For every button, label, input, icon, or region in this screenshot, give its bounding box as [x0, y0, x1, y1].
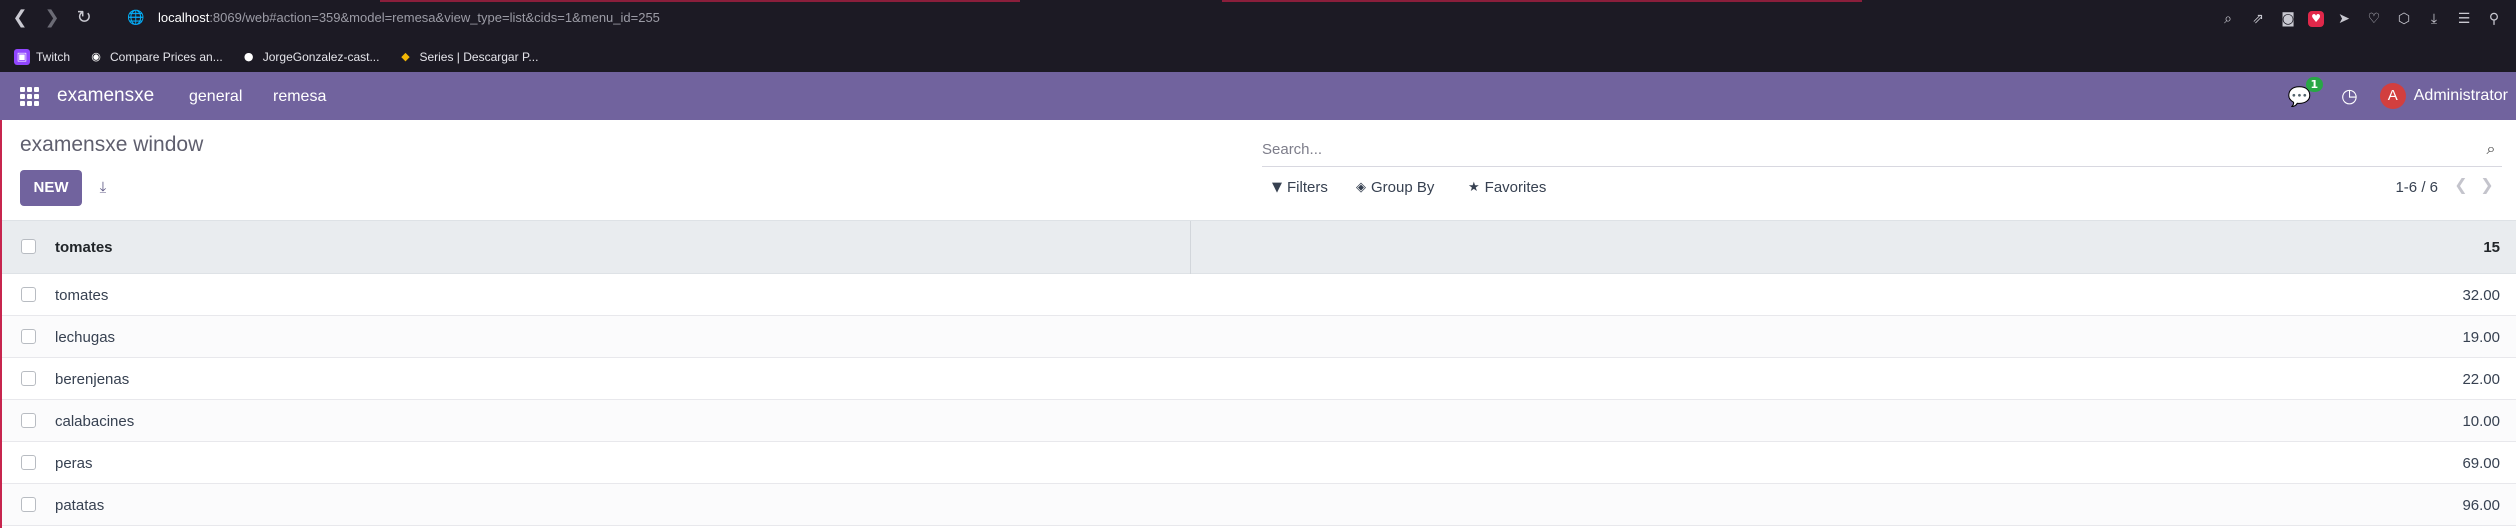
address-bar[interactable]: localhost:8069/web#action=359&model=reme…: [158, 10, 660, 25]
table-row[interactable]: berenjenas 22.00: [0, 358, 2516, 400]
pager-previous-icon[interactable]: ❮: [2452, 175, 2470, 195]
zoom-icon[interactable]: ⌕: [2218, 9, 2238, 29]
window-edge-accent: [0, 120, 2, 528]
bookmark-compare-prices[interactable]: ◉ Compare Prices an...: [88, 49, 223, 65]
pager-next-icon[interactable]: ❯: [2478, 175, 2496, 195]
search-input[interactable]: [1262, 135, 2462, 163]
row-checkbox[interactable]: [21, 371, 36, 386]
cell-quantity: 19.00: [2462, 329, 2500, 346]
filters-button[interactable]: ▼ Filters: [1272, 179, 1328, 196]
share-icon[interactable]: ⇗: [2248, 9, 2268, 29]
forward-icon[interactable]: ❯: [40, 6, 64, 30]
breadcrumb: examensxe window: [20, 133, 204, 156]
group-by-button[interactable]: ◈ Group By: [1356, 179, 1434, 196]
heart-icon[interactable]: ♡: [2364, 9, 2384, 29]
row-checkbox[interactable]: [21, 455, 36, 470]
row-checkbox[interactable]: [21, 497, 36, 512]
site-info-icon[interactable]: 🌐: [126, 8, 146, 28]
menu-remesa[interactable]: remesa: [273, 88, 326, 106]
list-view: tomates 15 tomates 32.00 lechugas 19.00 …: [0, 220, 2516, 528]
url-host: localhost: [158, 10, 210, 25]
extensions-bar: ⌕ ⇗ ◙ ♥ ➤ ♡ ⬡ ⤓ ☰ ⚲: [2218, 6, 2504, 32]
menu-icon[interactable]: ☰: [2454, 9, 2474, 29]
column-divider[interactable]: [1190, 221, 1191, 275]
series-icon: ◆: [401, 50, 410, 63]
navbar-systray: 💬 1 ◷ A Administrator: [2287, 72, 2508, 120]
table-row[interactable]: tomates 32.00: [0, 274, 2516, 316]
cell-name: calabacines: [55, 413, 135, 430]
tab-accent-line: [380, 0, 1020, 2]
filter-icon: ▼: [1272, 180, 1282, 195]
cell-name: peras: [55, 455, 93, 472]
download-icon[interactable]: ⤓: [92, 176, 114, 198]
activity-clock-icon[interactable]: ◷: [2341, 85, 2358, 107]
bookmark-label: Twitch: [36, 50, 71, 64]
bookmark-label: Series | Descargar P...: [419, 50, 539, 64]
table-row[interactable]: peras 69.00: [0, 442, 2516, 484]
bookmark-label: Compare Prices an...: [110, 50, 223, 64]
column-header-name[interactable]: tomates: [55, 239, 113, 256]
profile-icon[interactable]: ⚲: [2484, 9, 2504, 29]
layers-icon: ◈: [1356, 180, 1366, 195]
bookmark-label: JorgeGonzalez-cast...: [262, 50, 380, 64]
odoo-navbar: examensxe general remesa 💬 1 ◷ A Administ…: [0, 72, 2516, 120]
star-icon: ★: [1468, 180, 1480, 195]
search-icon[interactable]: ⌕: [2480, 138, 2502, 160]
cell-quantity: 10.00: [2462, 413, 2500, 430]
group-by-label: Group By: [1371, 179, 1435, 196]
chat-icon[interactable]: 💬 1: [2287, 76, 2324, 108]
cell-quantity: 32.00: [2462, 287, 2500, 304]
cell-quantity: 22.00: [2462, 371, 2500, 388]
cell-name: berenjenas: [55, 371, 130, 388]
bookmark-github[interactable]: ● JorgeGonzalez-cast...: [241, 49, 380, 65]
pager-value[interactable]: 1-6 / 6: [2395, 179, 2438, 196]
box-icon[interactable]: ⬡: [2394, 9, 2414, 29]
select-all-checkbox[interactable]: [21, 239, 36, 254]
filters-label: Filters: [1287, 179, 1328, 196]
chat-badge: 1: [2305, 76, 2324, 92]
favorites-button[interactable]: ★ Favorites: [1468, 179, 1546, 196]
github-icon: ●: [243, 50, 254, 63]
bookmarks-bar: ▣ Twitch ◉ Compare Prices an... ● JorgeG…: [0, 42, 2516, 72]
row-checkbox[interactable]: [21, 287, 36, 302]
pocket-icon[interactable]: ♥: [2308, 11, 2324, 27]
menu-general[interactable]: general: [189, 88, 242, 106]
bookmark-twitch[interactable]: ▣ Twitch: [14, 49, 70, 65]
favorites-label: Favorites: [1484, 179, 1547, 196]
list-header: tomates 15: [0, 220, 2516, 275]
row-checkbox[interactable]: [21, 329, 36, 344]
camera-icon[interactable]: ◙: [2278, 9, 2298, 29]
column-header-total[interactable]: 15: [2483, 239, 2500, 256]
control-panel: examensxe window NEW ⤓ ⌕ ▼ Filters ◈ Gro…: [0, 120, 2516, 220]
cell-name: lechugas: [55, 329, 116, 346]
back-icon[interactable]: ❮: [8, 6, 32, 30]
browser-toolbar: ❮ ❯ ↻ 🌐 localhost:8069/web#action=359&mo…: [0, 0, 2516, 42]
bookmark-series[interactable]: ◆ Series | Descargar P...: [397, 49, 538, 65]
compare-icon: ◉: [91, 50, 101, 63]
cell-name: tomates: [55, 287, 109, 304]
cell-quantity: 69.00: [2462, 455, 2500, 472]
reload-icon[interactable]: ↻: [72, 6, 96, 30]
avatar[interactable]: A: [2379, 83, 2406, 109]
row-checkbox[interactable]: [21, 413, 36, 428]
table-row[interactable]: calabacines 10.00: [0, 400, 2516, 442]
table-row[interactable]: lechugas 19.00: [0, 316, 2516, 358]
table-row[interactable]: patatas 96.00: [0, 484, 2516, 526]
user-menu[interactable]: Administrator: [2414, 87, 2508, 105]
search-box: ⌕: [1262, 131, 2502, 167]
cell-name: patatas: [55, 497, 105, 514]
send-icon[interactable]: ➤: [2334, 9, 2354, 29]
twitch-icon: ▣: [14, 49, 30, 65]
app-brand[interactable]: examensxe: [57, 85, 154, 107]
url-path: :8069/web#action=359&model=remesa&view_t…: [209, 10, 660, 25]
apps-menu-icon[interactable]: [20, 87, 39, 106]
download-icon[interactable]: ⤓: [2424, 9, 2444, 29]
new-button[interactable]: NEW: [20, 170, 82, 206]
tab-accent-line: [1222, 0, 1862, 2]
cell-quantity: 96.00: [2462, 497, 2500, 514]
